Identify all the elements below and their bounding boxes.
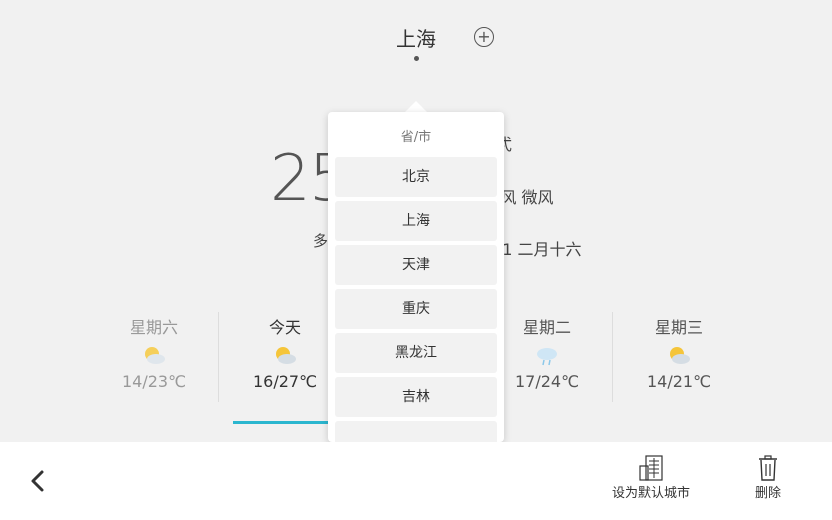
forecast-day-tuesday[interactable]: 星期二 17/24℃ bbox=[492, 314, 602, 391]
bottom-bar: 设为默认城市 删除 bbox=[0, 442, 832, 520]
weather-description: 多 bbox=[313, 232, 329, 250]
today-underline bbox=[233, 421, 333, 424]
dropdown-item[interactable]: 重庆 bbox=[335, 289, 497, 329]
forecast-divider bbox=[218, 312, 219, 402]
city-title[interactable]: 上海 bbox=[396, 23, 436, 52]
lunar-date: )1 二月十六 bbox=[496, 240, 582, 259]
wind-info: j风 微风 bbox=[496, 188, 554, 207]
building-icon bbox=[639, 455, 663, 481]
rain-icon bbox=[537, 348, 557, 366]
forecast-temp: 14/21℃ bbox=[646, 372, 712, 391]
dropdown-item[interactable]: 黑龙江 bbox=[335, 333, 497, 373]
dropdown-header: 省/市 bbox=[400, 130, 432, 145]
add-city-button[interactable]: + bbox=[474, 27, 494, 47]
forecast-temp: 16/27℃ bbox=[252, 372, 318, 391]
forecast-day-saturday[interactable]: 星期六 14/23℃ bbox=[99, 314, 209, 391]
forecast-day-name: 星期六 bbox=[129, 318, 178, 337]
forecast-day-name: 星期二 bbox=[522, 318, 571, 337]
province-dropdown[interactable]: 省/市 北京 上海 天津 重庆 黑龙江 吉林 bbox=[328, 112, 504, 442]
dropdown-arrow bbox=[405, 101, 427, 112]
forecast-divider bbox=[612, 312, 613, 402]
dropdown-item[interactable]: 上海 bbox=[335, 201, 497, 241]
dropdown-item[interactable]: 天津 bbox=[335, 245, 497, 285]
partly-cloudy-icon bbox=[145, 347, 165, 364]
forecast-temp: 17/24℃ bbox=[514, 372, 580, 391]
partly-cloudy-icon bbox=[276, 347, 296, 364]
dropdown-item[interactable]: 北京 bbox=[335, 157, 497, 197]
dropdown-item[interactable]: 吉林 bbox=[335, 377, 497, 417]
forecast-day-wednesday[interactable]: 星期三 14/21℃ bbox=[624, 314, 734, 391]
delete-button[interactable]: 删除 bbox=[740, 454, 796, 501]
partly-cloudy-icon bbox=[670, 347, 690, 364]
trash-icon bbox=[759, 455, 777, 481]
forecast-day-name: 星期三 bbox=[654, 318, 703, 337]
forecast-day-name: 今天 bbox=[268, 318, 301, 337]
forecast-day-today[interactable]: 今天 16/27℃ bbox=[230, 314, 340, 391]
dropdown-item-partial[interactable] bbox=[335, 421, 497, 442]
delete-label: 删除 bbox=[754, 486, 781, 501]
back-arrow-icon[interactable] bbox=[24, 466, 54, 496]
set-default-label: 设为默认城市 bbox=[611, 486, 690, 501]
page-indicator-dot bbox=[414, 56, 419, 61]
set-default-city-button[interactable]: 设为默认城市 bbox=[596, 454, 706, 501]
forecast-temp: 14/23℃ bbox=[121, 372, 187, 391]
